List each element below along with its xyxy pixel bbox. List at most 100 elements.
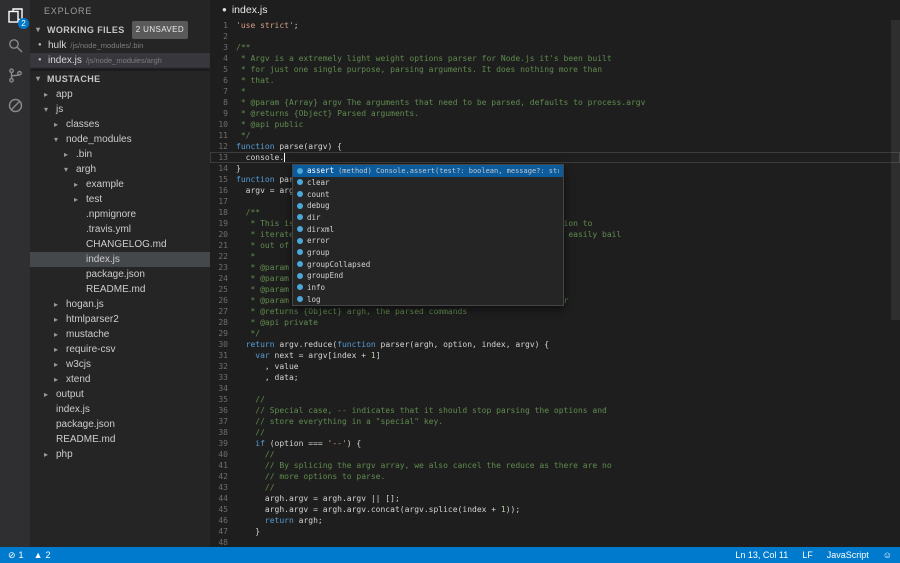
suggestion-groupCollapsed[interactable]: groupCollapsed [293, 258, 563, 270]
code-line-38[interactable]: 38 // [210, 427, 900, 438]
error-indicator[interactable]: ⊘ 1 [8, 550, 24, 561]
code-line-33[interactable]: 33 , data; [210, 372, 900, 383]
code-line-42[interactable]: 42 // more options to parse. [210, 471, 900, 482]
tree-item-label: example [86, 177, 124, 192]
code-line-43[interactable]: 43 // [210, 482, 900, 493]
tree-folder-php[interactable]: ▸php [30, 447, 210, 462]
suggestion-clear[interactable]: clear [293, 177, 563, 189]
tree-file-package.json[interactable]: package.json [30, 267, 210, 282]
code-line-36[interactable]: 36 // Special case, -- indicates that it… [210, 405, 900, 416]
suggestion-info[interactable]: info [293, 282, 563, 294]
tree-folder-w3cjs[interactable]: ▸w3cjs [30, 357, 210, 372]
code-line-34[interactable]: 34 [210, 383, 900, 394]
chevron-right-icon: ▸ [54, 342, 63, 357]
tree-item-label: app [56, 87, 73, 102]
tree-folder-output[interactable]: ▸output [30, 387, 210, 402]
code-line-48[interactable]: 48 [210, 537, 900, 547]
suggestion-count[interactable]: count [293, 188, 563, 200]
code-line-30[interactable]: 30 return argv.reduce(function parser(ar… [210, 339, 900, 350]
feedback-smiley-icon[interactable]: ☺ [883, 550, 892, 560]
tree-file-.npmignore[interactable]: .npmignore [30, 207, 210, 222]
tree-file-CHANGELOG.md[interactable]: CHANGELOG.md [30, 237, 210, 252]
language-mode[interactable]: JavaScript [827, 550, 869, 560]
explorer-icon[interactable]: 2 [0, 0, 30, 30]
tree-folder-hogan.js[interactable]: ▸hogan.js [30, 297, 210, 312]
tree-folder-example[interactable]: ▸example [30, 177, 210, 192]
line-number: 24 [210, 273, 236, 284]
line-number: 2 [210, 31, 236, 42]
tree-folder-test[interactable]: ▸test [30, 192, 210, 207]
code-line-5[interactable]: 5 * for just one single purpose, parsing… [210, 64, 900, 75]
tree-folder-js[interactable]: ▾js [30, 102, 210, 117]
code-line-7[interactable]: 7 * [210, 86, 900, 97]
line-number: 38 [210, 427, 236, 438]
code-line-9[interactable]: 9 * @returns {Object} Parsed arguments. [210, 108, 900, 119]
warning-indicator[interactable]: ▲ 2 [34, 550, 51, 560]
text-cursor [284, 153, 285, 162]
suggestion-dir[interactable]: dir [293, 212, 563, 224]
code-line-4[interactable]: 4 * Argv is a extremely light weight opt… [210, 53, 900, 64]
code-line-6[interactable]: 6 * that. [210, 75, 900, 86]
code-line-46[interactable]: 46 return argh; [210, 515, 900, 526]
working-file-item[interactable]: ●hulk/js/node_modules/.bin [30, 38, 210, 53]
code-line-32[interactable]: 32 , value [210, 361, 900, 372]
code-line-37[interactable]: 37 // store everything in a "special" ke… [210, 416, 900, 427]
cursor-position[interactable]: Ln 13, Col 11 [735, 550, 788, 560]
tree-folder-htmlparser2[interactable]: ▸htmlparser2 [30, 312, 210, 327]
suggestion-group[interactable]: group [293, 247, 563, 259]
tree-root-header[interactable]: ▾ MUSTACHE [30, 71, 210, 87]
tree-file-.travis.yml[interactable]: .travis.yml [30, 222, 210, 237]
tree-file-package.json[interactable]: package.json [30, 417, 210, 432]
code-line-39[interactable]: 39 if (option === '--') { [210, 438, 900, 449]
tree-folder-argh[interactable]: ▾argh [30, 162, 210, 177]
editor-scrollbar[interactable] [891, 20, 900, 320]
working-file-item[interactable]: ●index.js/js/node_modules/argh [30, 53, 210, 68]
tree-file-index.js[interactable]: index.js [30, 402, 210, 417]
code-line-2[interactable]: 2 [210, 31, 900, 42]
suggestion-error[interactable]: error [293, 235, 563, 247]
git-icon[interactable] [0, 60, 30, 90]
line-number: 47 [210, 526, 236, 537]
code-line-31[interactable]: 31 var next = argv[index + 1] [210, 350, 900, 361]
line-number: 34 [210, 383, 236, 394]
code-line-10[interactable]: 10 * @api public [210, 119, 900, 130]
tree-folder-app[interactable]: ▸app [30, 87, 210, 102]
suggestion-log[interactable]: log [293, 293, 563, 305]
suggestion-groupEnd[interactable]: groupEnd [293, 270, 563, 282]
tree-folder-xtend[interactable]: ▸xtend [30, 372, 210, 387]
tree-folder-require-csv[interactable]: ▸require-csv [30, 342, 210, 357]
code-line-11[interactable]: 11 */ [210, 130, 900, 141]
debug-icon[interactable] [0, 90, 30, 120]
line-number: 4 [210, 53, 236, 64]
suggestion-debug[interactable]: debug [293, 200, 563, 212]
tree-folder-mustache[interactable]: ▸mustache [30, 327, 210, 342]
code-line-3[interactable]: 3/** [210, 42, 900, 53]
code-line-28[interactable]: 28 * @api private [210, 317, 900, 328]
warning-icon: ▲ [34, 550, 43, 560]
code-line-44[interactable]: 44 argh.argv = argh.argv || []; [210, 493, 900, 504]
working-files-header[interactable]: ▾ WORKING FILES 2 UNSAVED [30, 22, 210, 38]
suggestion-assert[interactable]: assert(method) Console.assert(test?: boo… [293, 165, 563, 177]
eol-indicator[interactable]: LF [802, 550, 813, 560]
open-file-name: index.js [232, 0, 268, 20]
code-line-1[interactable]: 1'use strict'; [210, 20, 900, 31]
code-line-41[interactable]: 41 // By splicing the argv array, we als… [210, 460, 900, 471]
code-line-13[interactable]: 13 console. [210, 152, 900, 163]
search-icon[interactable] [0, 30, 30, 60]
code-line-12[interactable]: 12function parse(argv) { [210, 141, 900, 152]
code-line-40[interactable]: 40 // [210, 449, 900, 460]
code-line-47[interactable]: 47 } [210, 526, 900, 537]
code-line-35[interactable]: 35 // [210, 394, 900, 405]
tree-file-README.md[interactable]: README.md [30, 282, 210, 297]
tree-folder-node_modules[interactable]: ▾node_modules [30, 132, 210, 147]
suggestion-dirxml[interactable]: dirxml [293, 223, 563, 235]
code-line-45[interactable]: 45 argh.argv = argh.argv.concat(argv.spl… [210, 504, 900, 515]
tree-file-index.js[interactable]: index.js [30, 252, 210, 267]
tree-folder-.bin[interactable]: ▸.bin [30, 147, 210, 162]
code-line-29[interactable]: 29 */ [210, 328, 900, 339]
line-number: 6 [210, 75, 236, 86]
code-line-8[interactable]: 8 * @param {Array} argv The arguments th… [210, 97, 900, 108]
tree-file-README.md[interactable]: README.md [30, 432, 210, 447]
code-line-27[interactable]: 27 * @returns {Object} argh, the parsed … [210, 306, 900, 317]
tree-folder-classes[interactable]: ▸classes [30, 117, 210, 132]
